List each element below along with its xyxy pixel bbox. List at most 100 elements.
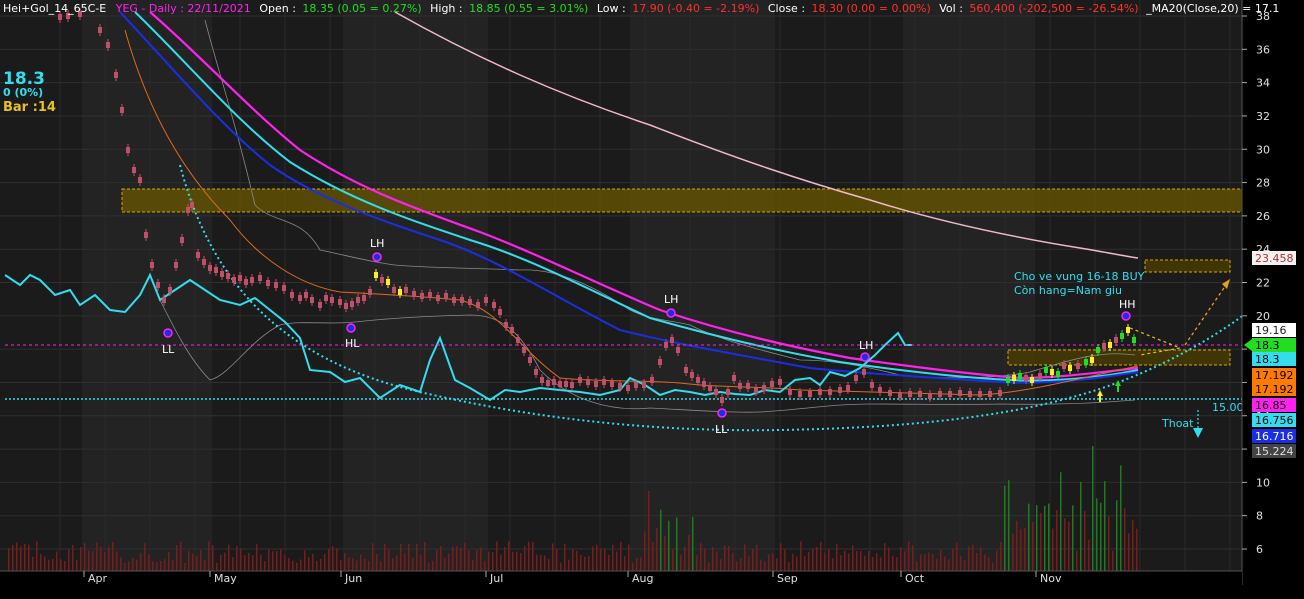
candle-body xyxy=(232,277,236,283)
volume-bar xyxy=(824,552,826,571)
volume-bar xyxy=(100,546,102,571)
volume-bar xyxy=(472,559,474,571)
candle-body xyxy=(664,342,668,348)
volume-bar xyxy=(756,544,758,571)
volume-bar xyxy=(788,562,790,571)
volume-bar xyxy=(904,551,906,571)
marker-lh-2 xyxy=(666,308,676,318)
price-tag: 23.458 xyxy=(1252,251,1296,265)
volume-bar xyxy=(332,546,334,571)
candle-body xyxy=(1102,343,1106,349)
candle-body xyxy=(1068,365,1072,371)
volume-bar xyxy=(512,551,514,571)
label-hh: HH xyxy=(1119,298,1136,311)
candle-body xyxy=(1024,375,1028,381)
volume-bar xyxy=(632,562,634,571)
price-tick-label: 32 xyxy=(1256,110,1270,123)
support-value-label: 15.00 xyxy=(1212,401,1244,414)
volume-bar xyxy=(880,557,882,571)
volume-bar xyxy=(216,562,218,571)
candle-body xyxy=(398,289,402,295)
svg-text:17.192: 17.192 xyxy=(1255,369,1294,382)
price-tag: 17.192 xyxy=(1252,368,1296,382)
header-close-label: Close : xyxy=(768,2,805,15)
volume-bar xyxy=(996,550,998,571)
volume-bar xyxy=(872,556,874,571)
volume-bar xyxy=(116,551,118,571)
volume-bar xyxy=(672,549,674,571)
volume-bar xyxy=(800,541,802,571)
candle-body xyxy=(492,302,496,308)
stock-chart-window[interactable]: LL HL LH LH LL LH HH Cho ve vung 16-18 B… xyxy=(0,0,1304,599)
svg-text:19.16: 19.16 xyxy=(1255,324,1287,337)
volume-bar xyxy=(204,560,206,571)
volume-bar xyxy=(780,543,782,571)
candle-body xyxy=(392,287,396,293)
volume-bar xyxy=(1040,513,1042,571)
candle-body xyxy=(1018,373,1022,379)
volume-bar xyxy=(856,550,858,571)
volume-bar xyxy=(940,550,942,571)
volume-bar xyxy=(404,552,406,571)
volume-bar xyxy=(340,559,342,571)
candle-body xyxy=(290,292,294,298)
price-axis-panel xyxy=(1242,0,1304,599)
volume-bar xyxy=(1012,533,1014,571)
volume-bar xyxy=(52,558,54,571)
candle-body xyxy=(684,367,688,373)
volume-bar xyxy=(796,556,798,571)
info-change: 0 (0%) xyxy=(3,86,43,99)
candle-body xyxy=(732,375,736,381)
volume-bar xyxy=(304,550,306,571)
volume-bar xyxy=(700,543,702,571)
volume-bar xyxy=(308,557,310,571)
buy-zone-box xyxy=(1007,349,1231,366)
candle-body xyxy=(1012,375,1016,381)
candle-body xyxy=(746,383,750,389)
volume-bar xyxy=(584,556,586,571)
candle-body xyxy=(552,379,556,385)
candle-body xyxy=(484,297,488,303)
candle-body xyxy=(1006,377,1010,383)
volume-bar xyxy=(952,548,954,571)
volume-bar xyxy=(792,553,794,571)
volume-bar xyxy=(120,557,122,571)
exit-label: Thoat xyxy=(1161,417,1194,430)
volume-bar xyxy=(48,559,50,571)
volume-bar xyxy=(648,491,650,571)
candle-body xyxy=(460,297,464,303)
candle-body xyxy=(1038,373,1042,379)
volume-bar xyxy=(224,552,226,571)
candle-body xyxy=(1126,327,1130,333)
svg-text:16.756: 16.756 xyxy=(1255,414,1294,427)
volume-bar xyxy=(212,545,214,571)
volume-bar xyxy=(936,558,938,571)
volume-bar xyxy=(720,559,722,571)
candle-body xyxy=(788,389,792,395)
price-tag: 17.192 xyxy=(1252,382,1296,396)
candle-body xyxy=(1120,333,1124,339)
volume-bar xyxy=(1024,528,1026,571)
volume-bar xyxy=(88,550,90,571)
volume-bar xyxy=(588,555,590,571)
volume-bar xyxy=(676,517,678,571)
candle-body xyxy=(658,359,662,365)
volume-bar xyxy=(416,543,418,571)
candle-body xyxy=(436,295,440,301)
volume-bar xyxy=(604,548,606,571)
volume-bar xyxy=(728,546,730,571)
volume-bar xyxy=(84,543,86,571)
candle-body xyxy=(174,262,178,268)
header-high-value: 18.85 (0.55 = 3.01%) xyxy=(469,2,588,15)
volume-bar xyxy=(580,555,582,571)
price-tick-label: 10 xyxy=(1256,476,1270,489)
volume-bar xyxy=(1032,521,1034,571)
volume-bar xyxy=(748,556,750,571)
volume-bar xyxy=(348,557,350,571)
volume-bar xyxy=(876,553,878,571)
candle-body xyxy=(208,265,212,271)
header-vol-label: Vol : xyxy=(939,2,963,15)
volume-bar xyxy=(220,554,222,571)
info-bar: Bar :14 xyxy=(3,100,56,115)
volume-bar xyxy=(456,546,458,571)
